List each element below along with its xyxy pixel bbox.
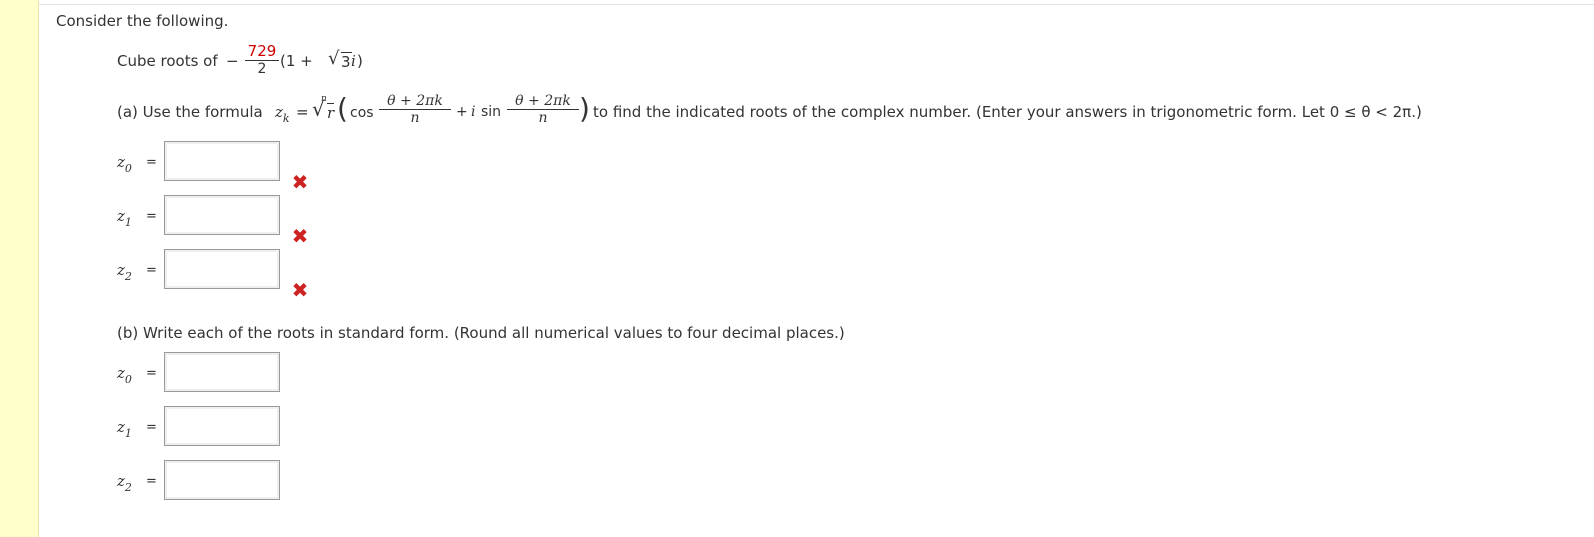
- minus-sign: −: [226, 52, 239, 70]
- answer-a-z2-label: z2: [117, 261, 132, 283]
- sin-label: sin: [481, 104, 502, 120]
- imaginary-i: i: [471, 104, 476, 120]
- part-a-instructions: (a) Use the formula zk = n √ r ( cos θ +…: [117, 92, 1577, 138]
- imaginary-unit: i: [351, 52, 356, 70]
- answer-a-z2-input[interactable]: [164, 249, 280, 289]
- answer-b-z2-input[interactable]: [164, 460, 280, 500]
- formula-equals: =: [296, 103, 309, 121]
- expression-open: (1 +: [280, 52, 313, 70]
- cos-fraction-numerator: θ + 2πk: [387, 93, 443, 109]
- part-a-suffix: to find the indicated roots of the compl…: [593, 103, 1422, 121]
- part-a-prefix: (a) Use the formula: [117, 103, 263, 121]
- sin-fraction-numerator: θ + 2πk: [515, 93, 571, 109]
- plus-sign: +: [456, 104, 468, 120]
- coefficient-numerator: 729: [247, 42, 277, 60]
- right-paren: ): [579, 92, 590, 125]
- sqrt-icon: √: [328, 48, 340, 69]
- radical-icon: √: [312, 97, 325, 121]
- cos-label: cos: [350, 105, 374, 121]
- answer-a-z0-input[interactable]: [164, 141, 280, 181]
- answer-b-z2-label: z2: [117, 472, 132, 494]
- coefficient-denominator: 2: [245, 60, 279, 77]
- expression-close: ): [357, 52, 363, 70]
- part-b-instructions: (b) Write each of the roots in standard …: [117, 324, 845, 342]
- incorrect-x-icon: ✖: [291, 224, 309, 248]
- answer-a-z0-equals: =: [146, 155, 157, 170]
- answer-b-z0-label: z0: [117, 364, 132, 386]
- intro-text: Consider the following.: [56, 12, 229, 30]
- coefficient-fraction: 729 2: [245, 42, 279, 77]
- radicand-r: r: [327, 103, 335, 122]
- answer-b-z1-label: z1: [117, 418, 132, 440]
- answer-b-z0-equals: =: [146, 366, 157, 381]
- left-margin-strip: [0, 0, 39, 537]
- answer-b-z1-input[interactable]: [164, 406, 280, 446]
- answer-a-z0-label: z0: [117, 153, 132, 175]
- answer-a-z2-equals: =: [146, 263, 157, 278]
- sin-fraction-denominator: n: [507, 109, 579, 126]
- problem-label: Cube roots of: [117, 52, 218, 70]
- formula-z: zk: [275, 103, 290, 125]
- top-divider: [38, 4, 1594, 5]
- cos-fraction: θ + 2πk n: [379, 93, 451, 126]
- answer-b-z1-equals: =: [146, 420, 157, 435]
- left-paren: (: [337, 92, 348, 125]
- answer-b-z2-equals: =: [146, 474, 157, 489]
- answer-b-z0-input[interactable]: [164, 352, 280, 392]
- sqrt-argument: 3: [341, 52, 352, 71]
- answer-a-z1-label: z1: [117, 207, 132, 229]
- sin-fraction: θ + 2πk n: [507, 93, 579, 126]
- answer-a-z1-input[interactable]: [164, 195, 280, 235]
- incorrect-x-icon: ✖: [291, 170, 309, 194]
- cos-fraction-denominator: n: [379, 109, 451, 126]
- answer-a-z1-equals: =: [146, 209, 157, 224]
- incorrect-x-icon: ✖: [291, 278, 309, 302]
